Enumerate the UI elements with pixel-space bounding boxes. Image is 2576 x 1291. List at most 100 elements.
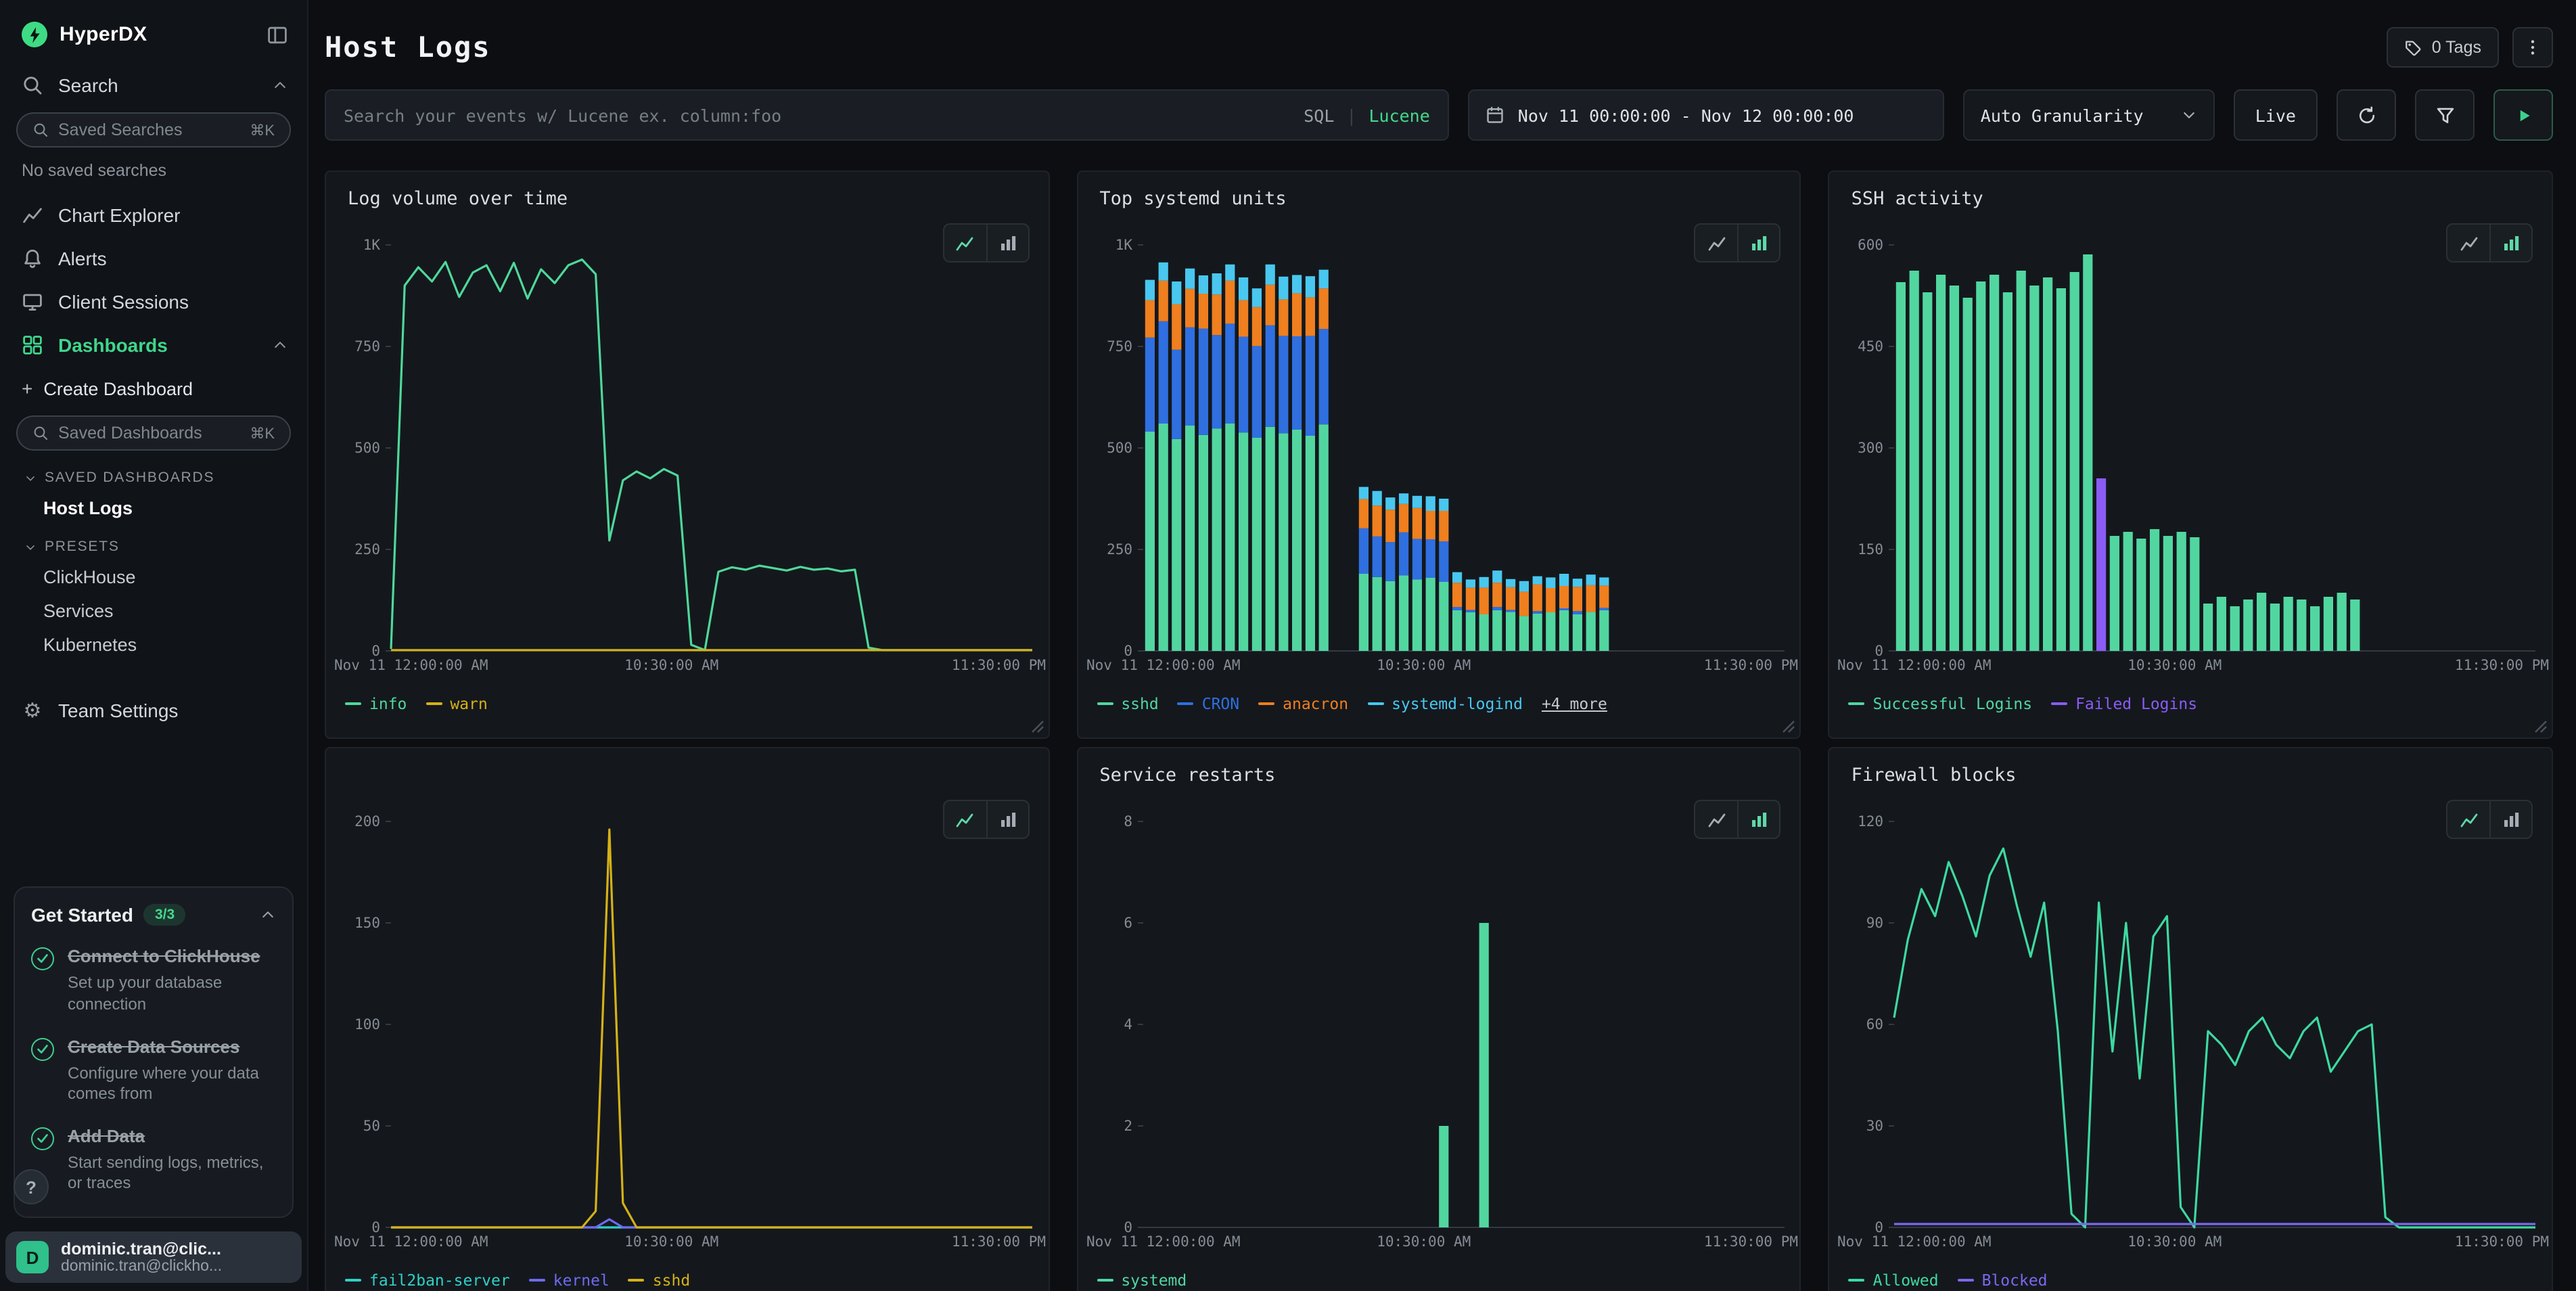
brand-row: HyperDX: [0, 0, 307, 64]
create-dashboard-label: Create Dashboard: [43, 378, 193, 399]
svg-text:500: 500: [354, 440, 380, 456]
sql-toggle[interactable]: SQL: [1304, 105, 1334, 125]
granularity-select[interactable]: Auto Granularity: [1963, 89, 2215, 141]
bar-chart-icon[interactable]: [2489, 225, 2531, 261]
line-chart-icon[interactable]: [2447, 801, 2489, 838]
legend-item[interactable]: Blocked: [1958, 1271, 2048, 1290]
legend-item[interactable]: warn: [426, 694, 487, 713]
calendar-icon: [1486, 106, 1504, 124]
saved-searches-field[interactable]: [58, 120, 240, 139]
legend-item[interactable]: systemd: [1097, 1271, 1187, 1290]
line-chart-icon[interactable]: [2447, 225, 2489, 261]
saved-dashboards-input[interactable]: ⌘K: [16, 415, 291, 451]
filter-button[interactable]: [2415, 89, 2475, 141]
sidebar-item-host-logs[interactable]: Host Logs: [0, 491, 307, 525]
sidebar-collapse-icon[interactable]: [267, 24, 288, 45]
lucene-toggle[interactable]: Lucene: [1368, 105, 1429, 125]
sidebar-item-chart-explorer[interactable]: Chart Explorer: [0, 194, 307, 237]
sidebar-item-services[interactable]: Services: [0, 594, 307, 628]
svg-text:Nov 11 12:00:00 AM: Nov 11 12:00:00 AM: [334, 1233, 488, 1250]
line-chart-icon[interactable]: [944, 801, 986, 838]
create-dashboard-button[interactable]: + Create Dashboard: [0, 367, 307, 410]
legend-item[interactable]: Failed Logins: [2051, 694, 2197, 713]
get-started-step[interactable]: Connect to ClickHouse Set up your databa…: [31, 945, 276, 1016]
line-chart-icon[interactable]: [944, 225, 986, 261]
saved-searches-input[interactable]: ⌘K: [16, 112, 291, 148]
sidebar-item-dashboards[interactable]: Dashboards: [0, 323, 307, 367]
sidebar-item-search[interactable]: Search: [0, 64, 307, 107]
svg-text:10:30:00 AM: 10:30:00 AM: [624, 1233, 718, 1250]
date-range-picker[interactable]: Nov 11 00:00:00 - Nov 12 00:00:00: [1468, 89, 1944, 141]
svg-text:250: 250: [354, 541, 380, 558]
get-started-title: Get Started: [31, 905, 133, 926]
resize-handle[interactable]: [1030, 720, 1044, 733]
chart-canvas: 0306090120Nov 11 12:00:00 AM10:30:00 AM1…: [1835, 811, 2552, 1252]
legend-item[interactable]: info: [345, 694, 407, 713]
resize-handle[interactable]: [1782, 720, 1796, 733]
legend-item[interactable]: CRON: [1178, 694, 1239, 713]
help-button[interactable]: ?: [14, 1169, 49, 1204]
get-started-step[interactable]: Create Data Sources Configure where your…: [31, 1035, 276, 1105]
run-query-button[interactable]: [2493, 89, 2553, 141]
svg-text:100: 100: [354, 1016, 380, 1033]
search-icon: [22, 74, 43, 96]
svg-text:10:30:00 AM: 10:30:00 AM: [1377, 657, 1471, 673]
svg-text:200: 200: [354, 813, 380, 830]
sidebar-item-alerts[interactable]: Alerts: [0, 237, 307, 280]
chevron-down-icon: [24, 541, 37, 553]
search-icon: [32, 122, 49, 138]
sidebar-item-label: Dashboards: [58, 334, 168, 356]
chart-card-log-volume: Log volume over time 02505007501KNov 11 …: [325, 171, 1049, 739]
live-button[interactable]: Live: [2234, 89, 2318, 141]
check-circle-icon: [31, 1037, 54, 1060]
sidebar-item-clickhouse[interactable]: ClickHouse: [0, 560, 307, 594]
svg-text:11:30:00 PM: 11:30:00 PM: [1703, 1233, 1797, 1250]
legend-more-link[interactable]: +4 more: [1542, 694, 1607, 713]
svg-text:8: 8: [1124, 813, 1132, 830]
play-icon: [2513, 105, 2533, 125]
sidebar-item-client-sessions[interactable]: Client Sessions: [0, 280, 307, 323]
bar-chart-icon[interactable]: [1738, 801, 1780, 838]
saved-dashboards-header[interactable]: SAVED DASHBOARDS: [0, 456, 307, 491]
legend-item[interactable]: kernel: [529, 1271, 610, 1290]
legend-item[interactable]: systemd-logind: [1367, 694, 1523, 713]
resize-handle[interactable]: [2534, 720, 2548, 733]
get-started-header[interactable]: Get Started 3/3: [31, 905, 276, 926]
legend-item[interactable]: sshd: [628, 1271, 690, 1290]
line-chart-icon[interactable]: [1696, 801, 1738, 838]
line-chart-icon[interactable]: [1696, 225, 1738, 261]
chart-card-service-restarts: Service restarts 02468Nov 11 12:00:00 AM…: [1076, 747, 1801, 1291]
bar-chart-icon[interactable]: [2489, 801, 2531, 838]
bar-chart-icon[interactable]: [986, 801, 1028, 838]
refresh-button[interactable]: [2337, 89, 2396, 141]
sidebar-item-kubernetes[interactable]: Kubernetes: [0, 628, 307, 662]
chart-title: SSH activity: [1852, 188, 1983, 210]
step-desc: Configure where your data comes from: [68, 1063, 276, 1105]
svg-text:11:30:00 PM: 11:30:00 PM: [952, 1233, 1046, 1250]
bar-chart-icon[interactable]: [1738, 225, 1780, 261]
bar-chart-icon[interactable]: [986, 225, 1028, 261]
more-menu-button[interactable]: [2512, 27, 2553, 68]
tags-button[interactable]: 0 Tags: [2387, 27, 2499, 68]
user-menu[interactable]: D dominic.tran@clic... dominic.tran@clic…: [5, 1231, 302, 1283]
main-content: Host Logs 0 Tags SQL | Lucen: [308, 0, 2576, 1291]
svg-text:60: 60: [1866, 1016, 1883, 1033]
saved-dashboards-field[interactable]: [58, 424, 240, 443]
presets-header[interactable]: PRESETS: [0, 525, 307, 560]
legend-item[interactable]: fail2ban-server: [345, 1271, 510, 1290]
legend-item[interactable]: Successful Logins: [1849, 694, 2032, 713]
svg-text:50: 50: [363, 1118, 380, 1134]
chart-card-fail2ban: 050100150200Nov 11 12:00:00 AM10:30:00 A…: [325, 747, 1049, 1291]
dashboards-grid-icon: [22, 334, 43, 356]
legend-item[interactable]: anacron: [1258, 694, 1348, 713]
step-title: Create Data Sources: [68, 1036, 239, 1056]
svg-text:750: 750: [354, 338, 380, 355]
get-started-step[interactable]: Add Data Start sending logs, metrics, or…: [31, 1125, 276, 1195]
legend-item[interactable]: Allowed: [1849, 1271, 1939, 1290]
sidebar-item-label: Client Sessions: [58, 291, 189, 313]
event-search-box[interactable]: SQL | Lucene: [325, 89, 1449, 141]
legend-item[interactable]: sshd: [1097, 694, 1158, 713]
event-search-input[interactable]: [344, 105, 1290, 125]
saved-dashboards-header-label: SAVED DASHBOARDS: [45, 470, 214, 486]
sidebar-item-team-settings[interactable]: ⚙ Team Settings: [0, 689, 307, 732]
